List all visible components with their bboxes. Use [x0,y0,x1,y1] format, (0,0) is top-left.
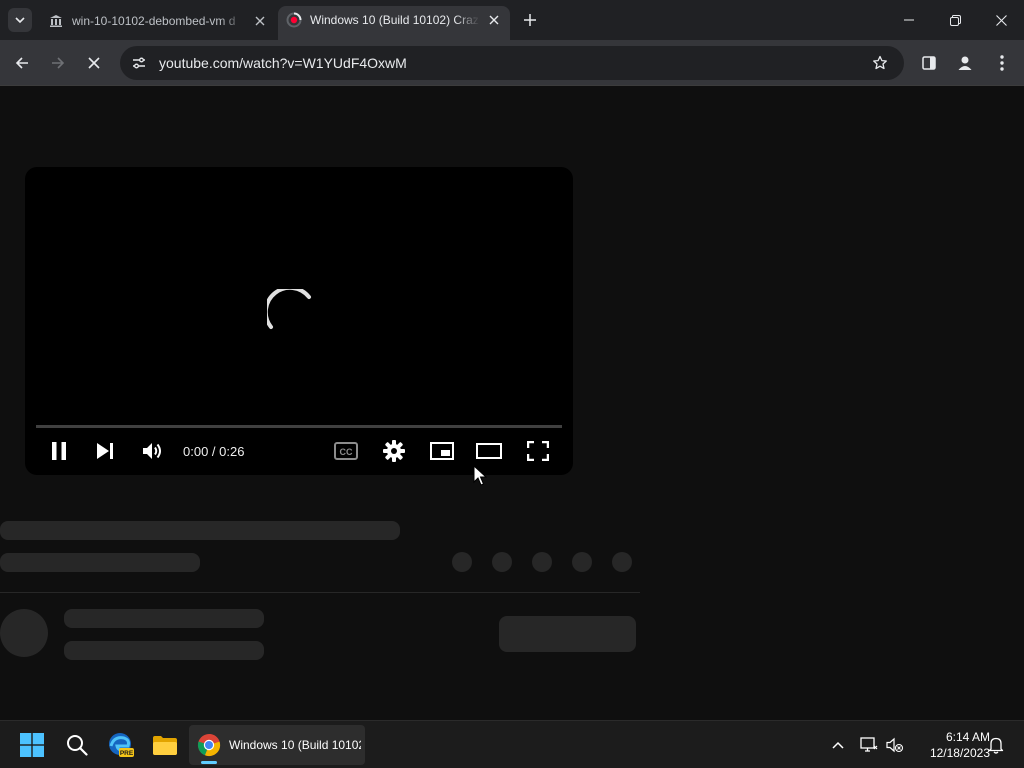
active-app-indicator [201,761,217,764]
close-window-button[interactable] [978,0,1024,40]
cc-icon: CC [334,442,358,460]
channel-info-placeholder [64,641,264,660]
action-placeholder [612,552,632,572]
minimize-icon [904,19,914,21]
plus-icon [524,14,536,26]
tab-inactive[interactable]: win-10-10102-debombed-vm d [40,7,276,34]
time-display: 0:00 / 0:26 [183,444,245,459]
restore-icon [949,14,961,26]
tab-active[interactable]: Windows 10 (Build 10102) Craz [278,6,510,40]
svg-text:CC: CC [340,447,353,457]
notifications-button[interactable] [984,733,1008,757]
browser-toolbar: youtube.com/watch?v=W1YUdF4OxwM [0,40,1024,86]
more-vertical-icon [1000,55,1004,71]
edge-canary-icon: PRE [109,733,134,757]
svg-text:PRE: PRE [120,750,134,757]
tab-title: Windows 10 (Build 10102) Craz [310,13,479,27]
back-button[interactable] [8,49,36,77]
system-clock[interactable]: 6:14 AM 12/18/2023 [910,729,990,761]
fullscreen-icon [527,441,549,461]
site-info-icon[interactable] [123,49,155,77]
video-progress-bar[interactable] [36,425,562,428]
action-placeholder [452,552,472,572]
youtube-watch-page: 0:00 / 0:26 CC [0,87,1024,720]
close-tab-icon[interactable] [486,12,502,28]
file-explorer-button[interactable] [145,725,185,765]
clock-time: 6:14 AM [945,730,990,744]
video-player[interactable]: 0:00 / 0:26 CC [25,167,573,475]
volume-button[interactable] [883,733,907,757]
side-panel-button[interactable] [915,49,943,77]
divider [0,592,640,593]
start-icon [20,733,44,757]
start-button[interactable] [12,725,52,765]
theater-mode-button[interactable] [471,439,507,463]
chrome-icon [197,733,221,757]
loading-spinner-icon [267,289,311,329]
fullscreen-button[interactable] [520,439,556,463]
taskbar-app-label: Windows 10 (Build 10102 [229,738,361,752]
title-placeholder [0,521,400,540]
skip-next-icon [97,443,113,459]
network-icon [860,737,878,752]
subtitle-placeholder [0,553,200,572]
close-icon [995,14,1007,26]
search-icon [67,735,88,756]
pause-icon [52,442,66,460]
miniplayer-icon [430,442,454,460]
pause-button[interactable] [41,439,77,463]
theater-mode-icon [476,443,502,459]
close-tab-icon[interactable] [252,13,268,29]
settings-button[interactable] [376,439,412,463]
channel-name-placeholder [64,609,264,628]
menu-button[interactable] [988,49,1016,77]
bookmark-star-icon[interactable] [866,49,894,77]
file-explorer-icon [153,736,177,755]
action-placeholder [492,552,512,572]
avatar-placeholder [0,609,48,657]
subscribe-placeholder [499,616,636,652]
youtube-loading-icon [286,12,302,28]
taskbar: PRE Windows 10 (Build 10102 6:14 AM 12/1… [0,720,1024,768]
bell-icon [988,737,1004,754]
close-icon [88,57,100,69]
chevron-down-icon [15,17,25,24]
tab-title: win-10-10102-debombed-vm d [72,13,236,28]
show-hidden-icons-button[interactable] [826,733,850,757]
profile-button[interactable] [951,49,979,77]
next-button[interactable] [87,439,123,463]
restore-button[interactable] [932,0,978,40]
archive-building-icon [48,13,64,29]
volume-icon [143,443,161,459]
action-placeholder [532,552,552,572]
captions-button[interactable]: CC [328,439,364,463]
forward-button[interactable] [44,49,72,77]
side-panel-icon [922,56,936,70]
chevron-up-icon [832,741,844,749]
clock-date: 12/18/2023 [929,746,990,760]
taskbar-chrome-window[interactable]: Windows 10 (Build 10102 [189,725,365,765]
network-button[interactable] [857,733,881,757]
tab-search-button[interactable] [8,8,32,32]
edge-canary-button[interactable]: PRE [101,725,141,765]
address-bar[interactable]: youtube.com/watch?v=W1YUdF4OxwM [120,46,904,80]
stop-loading-button[interactable] [80,49,108,77]
arrow-left-icon [15,57,28,69]
mouse-cursor-icon [473,465,487,486]
minimize-button[interactable] [886,0,932,40]
url-text[interactable]: youtube.com/watch?v=W1YUdF4OxwM [159,55,866,71]
taskbar-search-button[interactable] [57,725,97,765]
gear-icon [383,440,405,462]
volume-muted-icon [886,737,904,753]
new-tab-button[interactable] [520,10,540,30]
arrow-right-icon [52,57,65,69]
profile-icon [958,56,972,70]
mute-button[interactable] [135,439,171,463]
miniplayer-button[interactable] [424,439,460,463]
action-placeholder [572,552,592,572]
tab-strip: win-10-10102-debombed-vm d Windows 10 (B… [0,0,1024,41]
